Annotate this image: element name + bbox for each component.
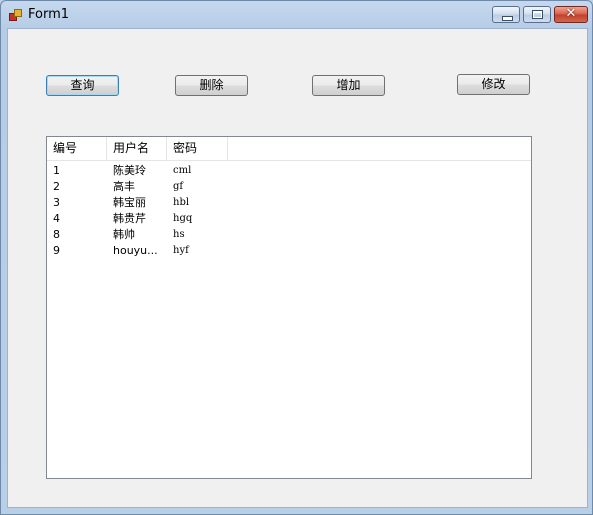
query-button[interactable]: 查询 bbox=[46, 75, 119, 96]
list-header: 编号 用户名 密码 bbox=[47, 137, 531, 161]
cell-password: gf bbox=[173, 181, 184, 192]
column-header-username[interactable]: 用户名 bbox=[107, 137, 167, 160]
edit-button[interactable]: 修改 bbox=[457, 74, 530, 95]
close-icon: ✕ bbox=[565, 6, 577, 21]
cell-id: 8 bbox=[53, 228, 60, 241]
table-row[interactable]: 2 高丰 gf bbox=[47, 179, 531, 195]
maximize-icon bbox=[532, 10, 543, 19]
form-app-icon[interactable] bbox=[9, 9, 22, 21]
minimize-button[interactable] bbox=[492, 6, 520, 23]
cell-password: hyf bbox=[173, 245, 189, 256]
cell-id: 4 bbox=[53, 212, 60, 225]
table-row[interactable]: 1 陈美玲 cml bbox=[47, 163, 531, 179]
cell-password: hgq bbox=[173, 213, 193, 224]
cell-username: 陈美玲 bbox=[113, 164, 146, 177]
form-client-area: 查询 删除 增加 修改 编号 用户名 密码 1 陈美玲 cml 2 高丰 gf bbox=[7, 28, 588, 508]
cell-username: houyu... bbox=[113, 244, 158, 257]
column-header-password[interactable]: 密码 bbox=[167, 137, 228, 160]
cell-username: 韩贵芹 bbox=[113, 212, 146, 225]
title-bar[interactable]: Form1 ✕ bbox=[1, 1, 592, 29]
table-row[interactable]: 3 韩宝丽 hbl bbox=[47, 195, 531, 211]
cell-password: hbl bbox=[173, 197, 190, 208]
cell-password: cml bbox=[173, 165, 192, 176]
cell-username: 高丰 bbox=[113, 180, 135, 193]
cell-id: 1 bbox=[53, 164, 60, 177]
table-row[interactable]: 9 houyu... hyf bbox=[47, 243, 531, 259]
list-body: 1 陈美玲 cml 2 高丰 gf 3 韩宝丽 hbl 4 韩贵芹 hgq 8 … bbox=[47, 163, 531, 259]
add-button[interactable]: 增加 bbox=[312, 75, 385, 96]
table-row[interactable]: 4 韩贵芹 hgq bbox=[47, 211, 531, 227]
column-header-id[interactable]: 编号 bbox=[47, 137, 107, 160]
cell-id: 2 bbox=[53, 180, 60, 193]
user-list-view[interactable]: 编号 用户名 密码 1 陈美玲 cml 2 高丰 gf 3 韩宝丽 hbl 4 … bbox=[46, 136, 532, 479]
table-row[interactable]: 8 韩帅 hs bbox=[47, 227, 531, 243]
cell-id: 3 bbox=[53, 196, 60, 209]
cell-password: hs bbox=[173, 229, 185, 240]
maximize-button[interactable] bbox=[523, 6, 551, 23]
cell-id: 9 bbox=[53, 244, 60, 257]
close-button[interactable]: ✕ bbox=[554, 6, 588, 23]
window-title: Form1 bbox=[28, 7, 70, 22]
cell-username: 韩帅 bbox=[113, 228, 135, 241]
delete-button[interactable]: 删除 bbox=[175, 75, 248, 96]
cell-username: 韩宝丽 bbox=[113, 196, 146, 209]
main-window: Form1 ✕ 查询 删除 增加 修改 编号 用户名 密码 1 陈美玲 cml … bbox=[0, 0, 593, 515]
minimize-icon bbox=[502, 16, 513, 21]
